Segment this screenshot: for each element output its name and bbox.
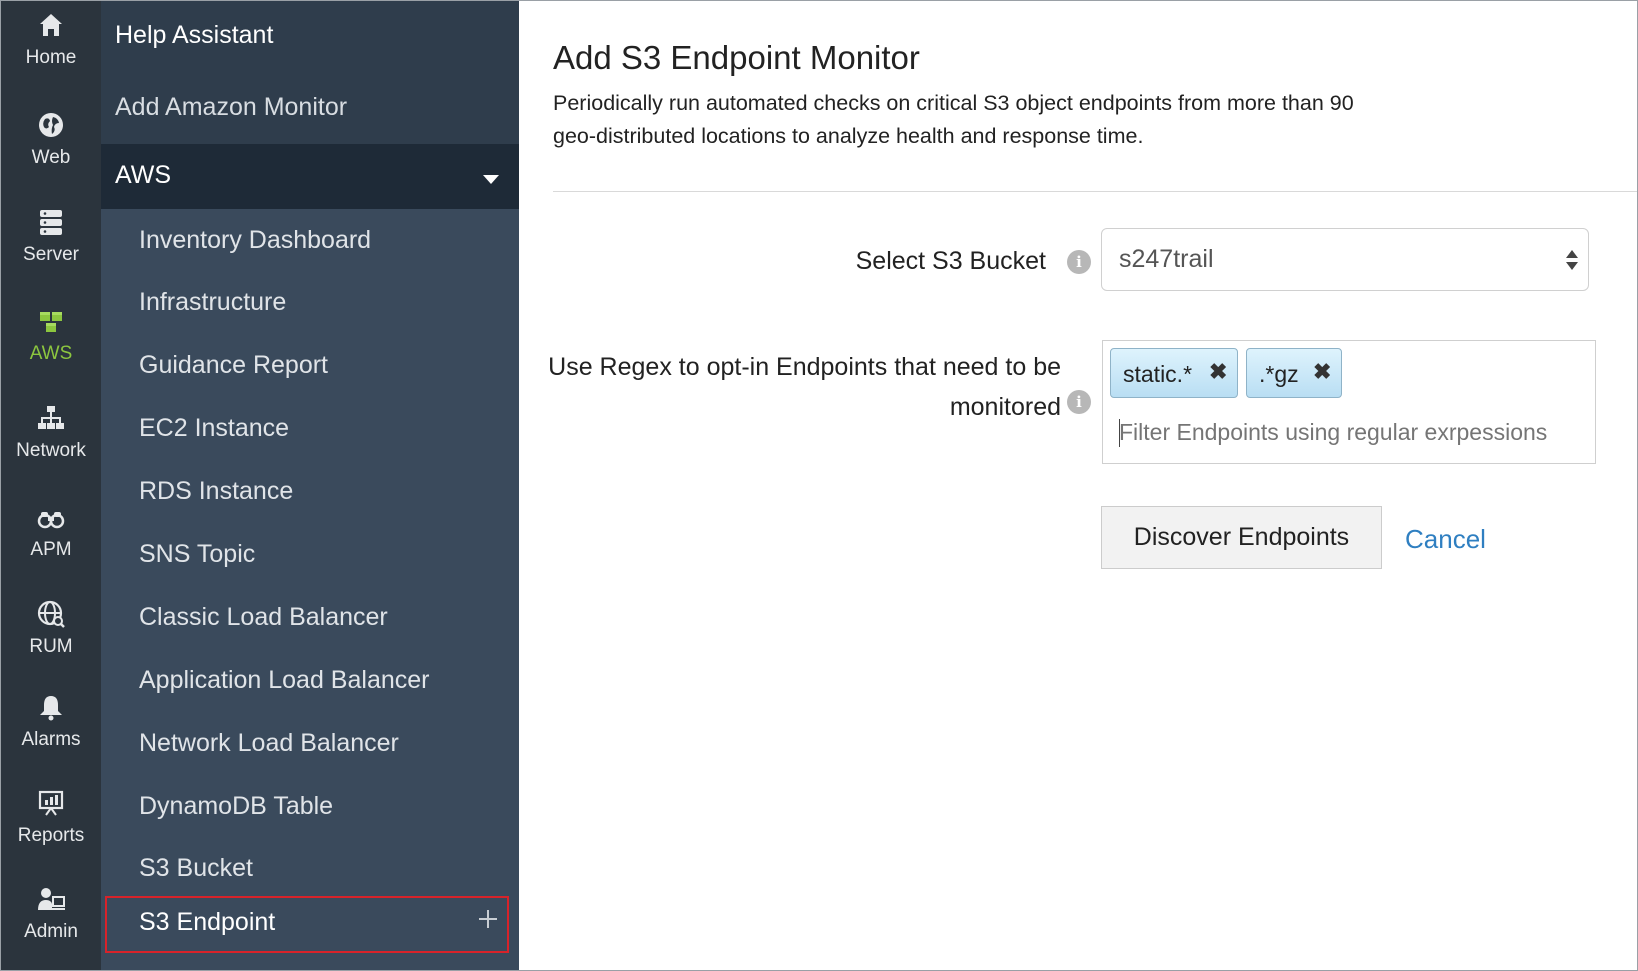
nav-item-guidance-report[interactable]: Guidance Report [139,351,328,380]
rail-item-server[interactable]: Server [1,198,101,294]
nav-item-application-load-balancer[interactable]: Application Load Balancer [139,666,429,695]
info-icon[interactable]: i [1067,390,1091,414]
rail-item-admin[interactable]: Admin [1,875,101,970]
discover-endpoints-button[interactable]: Discover Endpoints [1101,506,1382,569]
page-description: Periodically run automated checks on cri… [553,91,1354,148]
regex-tag-text: .*gz [1259,361,1299,387]
rail-label: APM [30,539,72,560]
globe-icon [39,113,63,137]
nav-item-classic-load-balancer[interactable]: Classic Load Balancer [139,603,388,632]
nav-header: Help Assistant Add Amazon Monitor [101,1,519,144]
filter-endpoints-input[interactable] [1119,419,1579,446]
home-icon [40,14,62,36]
nav-item-sns-topic[interactable]: SNS Topic [139,540,255,569]
globe-search-icon [37,600,65,628]
regex-tag-input[interactable]: static.* ✖ .*gz ✖ [1102,340,1596,464]
app-window: Home Web Server AWS Network APM RUM Alar… [0,0,1638,971]
cancel-link[interactable]: Cancel [1405,524,1486,555]
nav-item-infrastructure[interactable]: Infrastructure [139,288,286,317]
nav-item-ec2-instance[interactable]: EC2 Instance [139,414,289,443]
add-amazon-monitor-link[interactable]: Add Amazon Monitor [115,93,347,122]
aws-section-label: AWS [115,161,172,189]
server-icon [40,210,62,235]
icon-rail: Home Web Server AWS Network APM RUM Alar… [1,1,101,970]
caret-down-icon [483,175,499,184]
divider [553,191,1637,192]
rail-label: AWS [29,343,73,364]
select-down-arrow-icon [1566,262,1578,270]
nav-item-s3-bucket[interactable]: S3 Bucket [139,854,253,883]
help-assistant-link[interactable]: Help Assistant [115,21,273,50]
rail-item-rum[interactable]: RUM [1,590,101,686]
rail-item-home[interactable]: Home [1,1,101,97]
nav-item-s3-endpoint-label: S3 Endpoint [139,908,276,936]
main-content: Add S3 Endpoint Monitor Periodically run… [519,1,1637,970]
rail-label: Alarms [21,729,81,750]
page-title: Add S3 Endpoint Monitor [553,39,920,76]
regex-label-line2: monitored [949,393,1061,421]
plus-icon[interactable] [477,908,499,930]
rail-label: RUM [29,636,73,657]
aws-cubes-icon [40,312,62,332]
remove-tag-icon[interactable]: ✖ [1313,359,1331,385]
aws-section-toggle[interactable]: AWS [101,144,519,209]
nav-item-s3-endpoint[interactable]: S3 Endpoint [105,896,509,953]
nav-item-rds-instance[interactable]: RDS Instance [139,477,293,506]
rail-label: Network [16,440,86,461]
nav-item-inventory-dashboard[interactable]: Inventory Dashboard [139,226,371,255]
rail-label: Web [31,147,71,168]
regex-label-line1: Use Regex to opt-in Endpoints that need … [548,353,1061,381]
s3-bucket-value: s247trail [1119,245,1214,273]
bell-icon [40,696,62,721]
s3-bucket-select[interactable]: s247trail [1101,228,1589,291]
rail-label: Reports [17,825,85,846]
regex-label: Use Regex to opt-in Endpoints that need … [548,347,1061,427]
select-bucket-label: Select S3 Bucket [855,247,1046,275]
select-up-arrow-icon [1566,250,1578,258]
nav-item-dynamodb-table[interactable]: DynamoDB Table [139,792,333,821]
aws-nav-panel: Help Assistant Add Amazon Monitor AWS In… [101,1,519,970]
regex-tag: .*gz ✖ [1246,348,1342,398]
admin-user-icon [38,888,65,910]
remove-tag-icon[interactable]: ✖ [1209,359,1227,385]
info-icon[interactable]: i [1067,250,1091,274]
rail-item-aws[interactable]: AWS [1,297,101,393]
rail-label: Server [23,244,79,265]
regex-tag: static.* ✖ [1110,348,1238,398]
rail-item-alarms[interactable]: Alarms [1,683,101,779]
regex-tag-text: static.* [1123,361,1193,387]
binoculars-icon [37,512,65,529]
rail-label: Admin [24,921,78,942]
rail-label: Home [25,47,77,68]
network-icon [38,406,64,429]
presentation-chart-icon [38,790,64,816]
rail-item-apm[interactable]: APM [1,493,101,589]
rail-item-reports[interactable]: Reports [1,779,101,875]
rail-item-network[interactable]: Network [1,394,101,490]
discover-endpoints-label: Discover Endpoints [1133,523,1350,551]
nav-item-network-load-balancer[interactable]: Network Load Balancer [139,729,399,758]
rail-item-web[interactable]: Web [1,101,101,197]
